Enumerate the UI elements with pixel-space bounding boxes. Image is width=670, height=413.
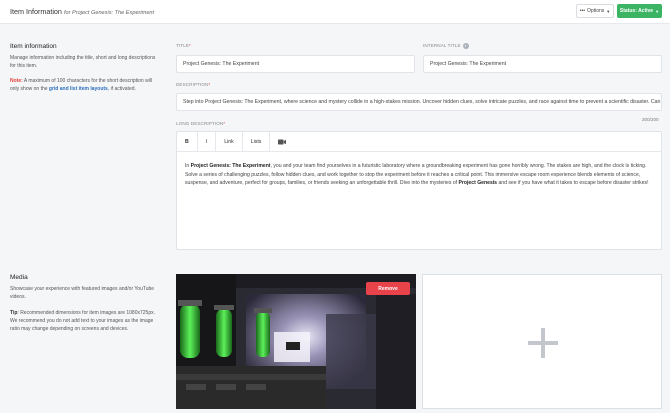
add-media-tile[interactable] bbox=[422, 274, 662, 409]
grid-list-layouts-link[interactable]: grid and list item layouts bbox=[49, 86, 108, 92]
more-icon: ••• bbox=[579, 8, 586, 14]
internal-title-label: INTERNAL TITLE i bbox=[423, 43, 469, 49]
tip-text: : Recommended dimensions for item images… bbox=[10, 310, 155, 332]
media-tip: Tip: Recommended dimensions for item ima… bbox=[10, 309, 162, 333]
status-button[interactable]: Status: Active ▼ bbox=[617, 4, 662, 18]
internal-title-input[interactable]: Project Genesis: The Experiment bbox=[423, 55, 662, 73]
editor-toolbar: B I Link Lists bbox=[177, 132, 661, 152]
page-title: Item Information for Project Genesis: Th… bbox=[10, 7, 154, 16]
link-button[interactable]: Link bbox=[216, 132, 243, 151]
options-label: Options bbox=[587, 8, 605, 14]
page-subtitle: for Project Genesis: The Experiment bbox=[63, 10, 155, 16]
remove-image-button[interactable]: Remove bbox=[366, 282, 410, 295]
item-info-note: Note: A maximum of 100 characters for th… bbox=[10, 77, 162, 93]
media-description: Showcase your experience with featured i… bbox=[10, 286, 155, 300]
long-description-text[interactable]: In Project Genesis: The Experiment, you … bbox=[185, 162, 657, 188]
title-label: TITLE* bbox=[176, 43, 191, 48]
note-label: Note: bbox=[10, 78, 23, 84]
description-counter: 200/200 bbox=[642, 117, 659, 122]
long-description-editor[interactable]: B I Link Lists In Project Genesis: The E… bbox=[176, 131, 662, 250]
lists-button[interactable]: Lists bbox=[243, 132, 271, 151]
item-info-heading: Item information bbox=[10, 43, 57, 50]
item-info-description: Manage information including the title, … bbox=[10, 55, 156, 69]
long-description-label: LONG DESCRIPTION* bbox=[176, 121, 226, 126]
media-button[interactable] bbox=[270, 132, 294, 151]
status-label: Status: Active bbox=[619, 8, 654, 14]
title-input[interactable]: Project Genesis: The Experiment bbox=[176, 55, 415, 73]
options-button[interactable]: ••• Options ▼ bbox=[576, 4, 614, 18]
camera-icon bbox=[278, 139, 287, 144]
note-text-end: , if activated. bbox=[107, 86, 136, 92]
page-title-text: Item Information bbox=[10, 7, 62, 16]
info-icon[interactable]: i bbox=[462, 43, 469, 49]
media-heading: Media bbox=[10, 274, 28, 281]
caret-down-icon: ▼ bbox=[606, 8, 611, 14]
page-header: Item Information for Project Genesis: Th… bbox=[0, 0, 670, 24]
description-input[interactable]: Step into Project Genesis: The Experimen… bbox=[176, 93, 662, 111]
italic-button[interactable]: I bbox=[198, 132, 217, 151]
bold-button[interactable]: B bbox=[177, 132, 198, 151]
description-label: DESCRIPTION* bbox=[176, 82, 211, 87]
caret-down-icon: ▼ bbox=[655, 8, 660, 14]
